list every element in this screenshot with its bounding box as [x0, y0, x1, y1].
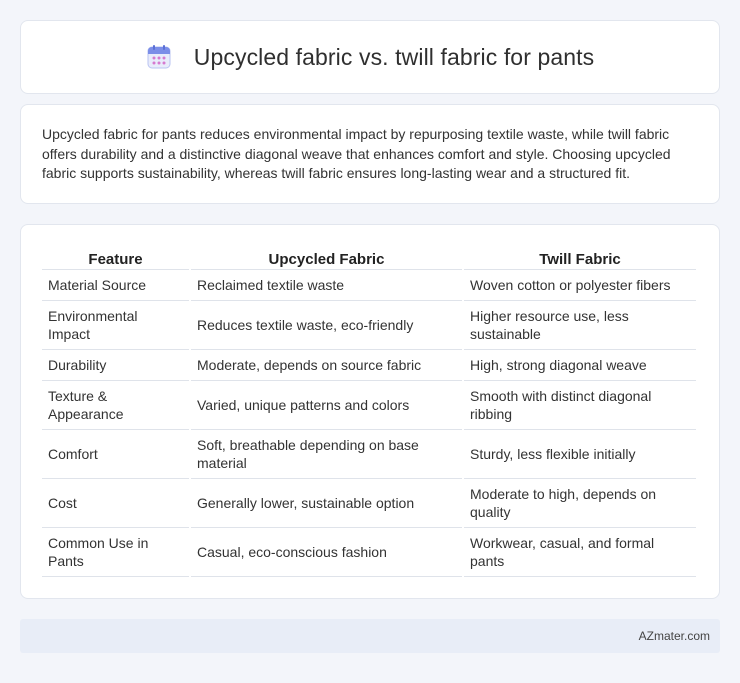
header-upcycled: Upcycled Fabric	[191, 245, 462, 270]
feature-cell: Texture & Appearance	[42, 381, 189, 430]
header-feature: Feature	[42, 245, 189, 270]
table-header-row: Feature Upcycled Fabric Twill Fabric	[42, 245, 696, 270]
feature-cell: Common Use in Pants	[42, 528, 189, 577]
upcycled-cell: Soft, breathable depending on base mater…	[191, 430, 462, 479]
title-card: Upcycled fabric vs. twill fabric for pan…	[20, 20, 720, 94]
table-row: Cost Generally lower, sustainable option…	[42, 479, 696, 528]
feature-cell: Comfort	[42, 430, 189, 479]
twill-cell: Higher resource use, less sustainable	[464, 301, 696, 350]
twill-cell: Sturdy, less flexible initially	[464, 430, 696, 479]
table-row: Comfort Soft, breathable depending on ba…	[42, 430, 696, 479]
intro-card: Upcycled fabric for pants reduces enviro…	[20, 104, 720, 204]
footer: AZmater.com	[20, 619, 720, 653]
intro-paragraph: Upcycled fabric for pants reduces enviro…	[42, 126, 671, 181]
table-row: Durability Moderate, depends on source f…	[42, 350, 696, 381]
twill-cell: Moderate to high, depends on quality	[464, 479, 696, 528]
upcycled-cell: Reclaimed textile waste	[191, 270, 462, 301]
twill-cell: Workwear, casual, and formal pants	[464, 528, 696, 577]
table-row: Material Source Reclaimed textile waste …	[42, 270, 696, 301]
comparison-table: Feature Upcycled Fabric Twill Fabric Mat…	[40, 245, 698, 577]
upcycled-cell: Generally lower, sustainable option	[191, 479, 462, 528]
feature-cell: Durability	[42, 350, 189, 381]
upcycled-cell: Reduces textile waste, eco-friendly	[191, 301, 462, 350]
table-row: Environmental Impact Reduces textile was…	[42, 301, 696, 350]
feature-cell: Material Source	[42, 270, 189, 301]
twill-cell: High, strong diagonal weave	[464, 350, 696, 381]
footer-source: AZmater.com	[638, 629, 710, 643]
twill-cell: Woven cotton or polyester fibers	[464, 270, 696, 301]
feature-cell: Environmental Impact	[42, 301, 189, 350]
table-row: Texture & Appearance Varied, unique patt…	[42, 381, 696, 430]
page-title: Upcycled fabric vs. twill fabric for pan…	[193, 43, 595, 70]
feature-cell: Cost	[42, 479, 189, 528]
table-row: Common Use in Pants Casual, eco-consciou…	[42, 528, 696, 577]
twill-cell: Smooth with distinct diagonal ribbing	[464, 381, 696, 430]
comparison-card: Feature Upcycled Fabric Twill Fabric Mat…	[20, 224, 720, 599]
upcycled-cell: Casual, eco-conscious fashion	[191, 528, 462, 577]
header-twill: Twill Fabric	[464, 245, 696, 270]
upcycled-cell: Moderate, depends on source fabric	[191, 350, 462, 381]
calendar-icon	[147, 45, 171, 69]
upcycled-cell: Varied, unique patterns and colors	[191, 381, 462, 430]
